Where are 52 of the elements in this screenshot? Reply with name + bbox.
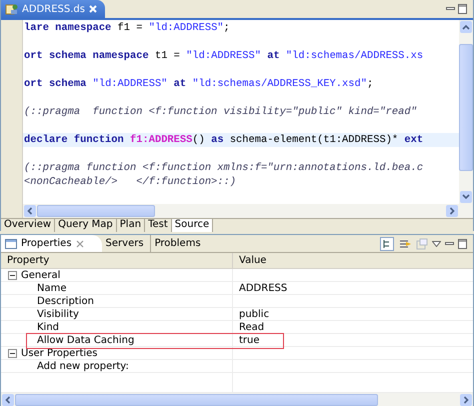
column-header[interactable]: Property (1, 253, 232, 269)
code-line: ort schema namespace t1 = "ld:ADDRESS" at "ld:schemas/ADDRESS.xs (24, 50, 424, 62)
code-editor[interactable] (23, 20, 459, 204)
collapse-icon[interactable] (8, 270, 17, 280)
minimize-icon[interactable] (446, 4, 455, 13)
file-icon (5, 3, 18, 15)
code-line: (::pragma function <f:function visibility="public" kind="read" (24, 106, 417, 118)
vertical-scrollbar[interactable] (459, 20, 473, 204)
group-label: General (21, 268, 60, 282)
scroll-down-icon[interactable] (459, 191, 473, 203)
editor-page-tab[interactable]: Source (172, 219, 214, 232)
scroll-left-icon[interactable] (24, 205, 36, 217)
value-cell[interactable]: Read (232, 321, 473, 334)
maximize-icon[interactable] (458, 238, 467, 248)
editor-page-tab[interactable]: Query Map (55, 219, 117, 232)
scroll-left-icon[interactable] (2, 394, 14, 406)
property-name: Kind (37, 320, 60, 334)
value-cell[interactable] (232, 360, 473, 373)
value-cell[interactable]: public (232, 308, 473, 321)
horizontal-scrollbar[interactable] (23, 204, 459, 218)
filter-icon[interactable] (398, 238, 412, 250)
property-name: Allow Data Caching (37, 334, 134, 346)
view-tab[interactable]: Servers (102, 235, 150, 252)
scroll-right-icon[interactable] (460, 394, 472, 406)
maximize-icon[interactable] (458, 4, 467, 14)
view-tab[interactable]: Properties (1, 235, 102, 252)
view-menu-icon[interactable] (432, 240, 441, 246)
editor-page-tab[interactable]: Overview (1, 219, 56, 232)
close-icon[interactable] (76, 240, 84, 248)
table-icon (5, 238, 17, 248)
editor-tab[interactable]: ADDRESS.ds (1, 0, 105, 18)
view-tab[interactable]: Problems (150, 235, 207, 252)
scroll-right-icon[interactable] (446, 205, 458, 217)
value-cell[interactable]: ADDRESS (232, 282, 473, 295)
horizontal-scrollbar[interactable] (1, 393, 473, 406)
code-line: declare function f1:ADDRESS() as schema-element(t1:ADDRESS)* ext (24, 134, 424, 146)
property-name: Visibility (37, 308, 79, 320)
editor-page-tab[interactable]: Plan (116, 219, 146, 232)
code-line: <nonCacheable/> </f:function>::) (24, 176, 236, 188)
property-name: Name (37, 282, 67, 294)
property-name: Description (37, 294, 94, 308)
tree-icon[interactable] (380, 236, 394, 250)
property-name: Add new property: (37, 360, 129, 372)
column-header[interactable]: Value (232, 253, 473, 269)
value-cell[interactable]: true (232, 334, 473, 347)
code-line: (::pragma function <f:function xmlns:f="urn:annotations.ld.bea.c (24, 162, 424, 174)
scroll-up-icon[interactable] (459, 21, 473, 33)
value-cell[interactable] (232, 295, 473, 308)
code-line: lare namespace f1 = "ld:ADDRESS"; (24, 22, 230, 34)
collapse-icon[interactable] (8, 348, 17, 358)
group-label: User Properties (21, 346, 98, 360)
code-line: ort schema "ld:ADDRESS" at "ld:schemas/ADDRESS_KEY.xsd"; (24, 78, 374, 90)
